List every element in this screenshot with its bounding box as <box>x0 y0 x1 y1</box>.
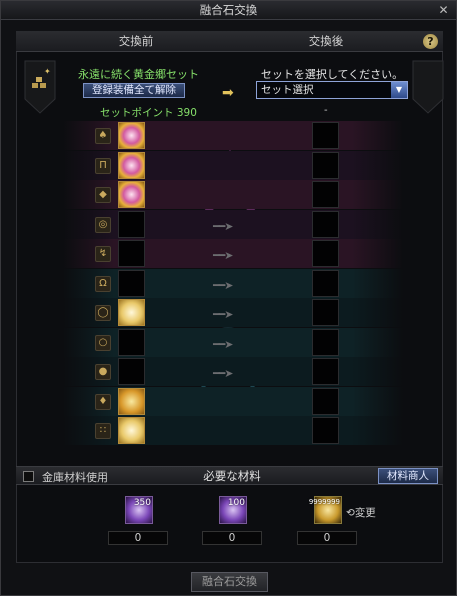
pants-icon: Π <box>95 157 111 174</box>
material-2-count: 100 <box>227 498 245 508</box>
equipment-row: ○ ━━➤ <box>63 327 403 357</box>
after-item-slot[interactable] <box>312 269 339 297</box>
unequip-all-button[interactable]: 登録装備全て解除 <box>83 83 185 98</box>
required-materials-title: 必要な材料 <box>203 469 261 483</box>
after-item-slot[interactable] <box>312 240 339 267</box>
row-arrow-icon: ━━➤ <box>213 278 233 292</box>
fusion-stone-exchange-window: 融合石交換 ✕ 交換前 交換後 ? ✦ 永遠に続く黄金郷セット 登録装備全て解除… <box>0 0 457 596</box>
after-item-slot[interactable] <box>312 328 339 356</box>
svg-text:✦: ✦ <box>44 67 51 76</box>
exchange-arrow-icon: ➡ <box>222 85 234 101</box>
after-item-slot[interactable] <box>312 358 339 385</box>
header-after: 交換後 <box>308 34 344 48</box>
material-2-icon[interactable]: 100 <box>219 496 247 524</box>
set-select-dropdown[interactable]: セット選択 ▼ <box>256 81 408 99</box>
after-item-slot[interactable] <box>312 387 339 415</box>
after-item-slot[interactable] <box>312 181 339 208</box>
equipped-item-slot[interactable] <box>118 417 145 444</box>
help-button[interactable]: ? <box>423 34 438 49</box>
empty-item-slot[interactable] <box>118 328 145 356</box>
equipment-row: ● ━━➤ <box>63 357 403 386</box>
shoes-icon: ↯ <box>95 246 111 262</box>
select-set-prompt: セットを選択してください。 <box>260 68 404 81</box>
set-select-value: セット選択 <box>261 84 314 96</box>
row-arrow-icon: ━━➤ <box>213 249 233 262</box>
after-item-slot[interactable] <box>312 299 339 326</box>
belt-icon: ◎ <box>95 216 111 233</box>
material-merchant-button[interactable]: 材料商人 <box>378 468 438 484</box>
row-arrow-icon: ━━➤ <box>213 308 233 321</box>
material-1-count: 350 <box>133 498 151 508</box>
equipment-row: ↯ ━━➤ <box>63 239 403 268</box>
row-arrow-icon: ━━➤ <box>213 219 233 233</box>
row-arrow-icon: ━━➤ <box>213 337 233 351</box>
after-item-slot[interactable] <box>312 210 339 238</box>
equipment-row: ◯ ━━➤ <box>63 298 403 327</box>
empty-item-slot[interactable] <box>118 358 145 385</box>
exchange-header: 交換前 交換後 ? <box>16 31 443 52</box>
set-points: セットポイント 390 <box>100 107 197 119</box>
equipment-row: ◎ ━━➤ <box>63 209 403 239</box>
equipped-item-slot[interactable] <box>118 181 145 208</box>
equipped-item-slot[interactable] <box>118 387 145 415</box>
aux-icon: ● <box>95 364 111 380</box>
material-3-count: 9999999 <box>308 498 340 506</box>
after-item-slot[interactable] <box>312 417 339 444</box>
equipped-item-slot[interactable] <box>118 299 145 326</box>
equipment-row: Ω ━━➤ <box>63 268 403 298</box>
equipped-item-slot[interactable] <box>118 122 145 149</box>
after-item-slot[interactable] <box>312 151 339 179</box>
after-item-slot[interactable] <box>312 122 339 149</box>
material-2-value: 0 <box>202 531 262 545</box>
necklace-icon: Ω <box>95 275 111 292</box>
head-icon: ♠ <box>95 128 111 144</box>
window-title: 融合石交換 <box>199 3 258 17</box>
use-storage-materials-checkbox[interactable] <box>23 471 34 482</box>
window-title-bar: 融合石交換 ✕ <box>1 1 456 20</box>
change-button[interactable]: ⟲変更 <box>346 505 376 520</box>
equipment-row: ♠ <box>63 121 403 150</box>
fusion-stone-exchange-button[interactable]: 融合石交換 <box>191 572 268 592</box>
material-1-icon[interactable]: 350 <box>125 496 153 524</box>
ring-icon: ○ <box>95 334 111 351</box>
use-storage-materials-label: 金庫材料使用 <box>42 471 108 484</box>
material-3-value: 0 <box>297 531 357 545</box>
current-set-name: 永遠に続く黄金郷セット <box>78 68 199 81</box>
right-crest-icon <box>412 60 444 114</box>
equipment-row: Π <box>63 150 403 180</box>
magic-stone-icon: ♦ <box>95 393 111 410</box>
equipment-row: ∷ <box>63 416 403 445</box>
row-arrow-icon: ━━➤ <box>213 367 233 380</box>
chevron-down-icon[interactable]: ▼ <box>391 82 407 98</box>
earring-icon: ∷ <box>95 423 111 439</box>
change-label: 変更 <box>354 507 376 519</box>
equipped-item-slot[interactable] <box>118 151 145 179</box>
equipment-row: ♦ <box>63 386 403 416</box>
material-1-value: 0 <box>108 531 168 545</box>
after-set-points: - <box>324 105 328 116</box>
equipment-row: ◆ <box>63 180 403 209</box>
materials-bar: 金庫材料使用 必要な材料 材料商人 <box>16 466 443 485</box>
close-button[interactable]: ✕ <box>437 4 450 17</box>
shoulder-icon: ◆ <box>95 187 111 203</box>
bracelet-icon: ◯ <box>95 305 111 321</box>
empty-item-slot[interactable] <box>118 240 145 267</box>
empty-item-slot[interactable] <box>118 269 145 297</box>
left-crest-icon: ✦ <box>24 60 56 114</box>
material-3-icon[interactable]: 9999999 <box>309 496 342 524</box>
header-before: 交換前 <box>118 34 154 48</box>
empty-item-slot[interactable] <box>118 210 145 238</box>
